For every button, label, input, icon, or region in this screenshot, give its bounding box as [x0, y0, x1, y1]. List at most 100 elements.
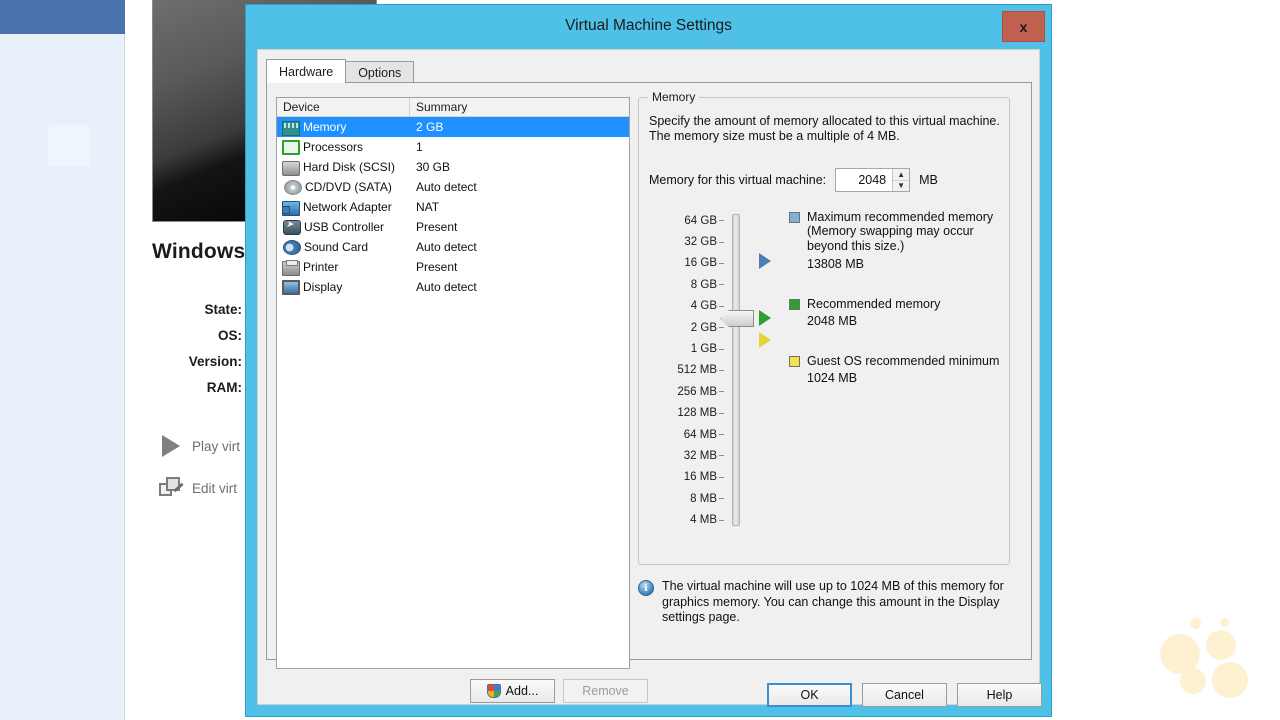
- scale-label: 1 GB: [690, 343, 717, 356]
- device-name: Printer: [303, 260, 339, 274]
- memory-scale-labels: 64 GB 32 GB 16 GB 8 GB 4 GB 2 GB 1 GB 51…: [639, 210, 717, 531]
- scale-label: 256 MB: [677, 385, 717, 398]
- device-summary: Auto detect: [416, 180, 477, 194]
- memory-group-title: Memory: [648, 90, 700, 104]
- memory-field-label: Memory for this virtual machine:: [649, 173, 827, 187]
- scale-label: 64 GB: [684, 214, 717, 227]
- cancel-button[interactable]: Cancel: [862, 683, 947, 707]
- graphics-memory-note: i The virtual machine will use up to 102…: [638, 579, 1010, 626]
- watermark-decoration: [1154, 606, 1264, 706]
- device-summary: Present: [416, 260, 458, 274]
- device-name: USB Controller: [304, 220, 385, 234]
- fact-state-key: State:: [204, 301, 242, 317]
- play-virtual-machine-label: Play virt: [192, 438, 241, 454]
- device-name: CD/DVD (SATA): [305, 180, 392, 194]
- app-sidebar: [0, 34, 125, 720]
- device-list[interactable]: Device Summary Memory 2 GB Processors 1 …: [276, 97, 630, 669]
- legend-swatch-icon: [789, 356, 800, 367]
- device-summary: 30 GB: [416, 160, 451, 174]
- ok-button[interactable]: OK: [767, 683, 852, 707]
- scale-label: 16 GB: [684, 257, 717, 270]
- device-name: Hard Disk (SCSI): [303, 160, 396, 174]
- graphics-memory-note-text: The virtual machine will use up to 1024 …: [662, 579, 1004, 624]
- device-name: Network Adapter: [303, 200, 392, 214]
- legend-title: Recommended memory: [807, 297, 941, 311]
- scale-label: 16 MB: [683, 471, 717, 484]
- memory-group-box: Memory Specify the amount of memory allo…: [638, 90, 1011, 565]
- table-row[interactable]: Processors 1: [277, 137, 629, 157]
- device-summary: 2 GB: [416, 120, 444, 134]
- scale-label: 8 MB: [690, 492, 717, 505]
- memory-description: Specify the amount of memory allocated t…: [649, 114, 1000, 143]
- device-list-header: Device Summary: [277, 98, 629, 117]
- memory-stepper[interactable]: ▲ ▼: [835, 168, 911, 192]
- hard-disk-icon: [282, 161, 300, 176]
- maximum-recommended-marker: [759, 253, 771, 269]
- device-summary: Present: [416, 220, 458, 234]
- memory-unit-label: MB: [919, 173, 938, 187]
- scale-label: 64 MB: [683, 428, 717, 441]
- memory-settings-panel: Memory Specify the amount of memory allo…: [638, 90, 1021, 669]
- device-name: Processors: [303, 140, 364, 154]
- table-row[interactable]: Hard Disk (SCSI) 30 GB: [277, 157, 629, 177]
- sidebar-item-selected[interactable]: [48, 124, 90, 166]
- legend-value: 1024 MB: [807, 371, 858, 385]
- memory-slider-thumb[interactable]: [720, 310, 754, 327]
- memory-input[interactable]: [836, 169, 893, 191]
- scale-label: 8 GB: [690, 278, 717, 291]
- table-row[interactable]: Printer Present: [277, 257, 629, 277]
- fact-os-key: OS:: [217, 327, 242, 343]
- memory-slider-track[interactable]: [732, 214, 740, 526]
- device-name: Sound Card: [304, 240, 369, 254]
- legend-title: Maximum recommended memory: [807, 210, 994, 224]
- edit-virtual-machine-settings-label: Edit virt: [192, 480, 238, 496]
- add-button[interactable]: Add...: [470, 679, 555, 703]
- legend-title: Guest OS recommended minimum: [807, 354, 1000, 368]
- device-name: Display: [303, 280, 343, 294]
- help-button[interactable]: Help: [957, 683, 1042, 707]
- memory-slider-area: 64 GB 32 GB 16 GB 8 GB 4 GB 2 GB 1 GB 51…: [639, 210, 1011, 540]
- fact-ram-key: RAM:: [206, 379, 242, 395]
- legend-swatch-icon: [789, 212, 800, 223]
- table-row[interactable]: CD/DVD (SATA) Auto detect: [277, 177, 629, 197]
- legend-guest-os-minimum: Guest OS recommended minimum 1024 MB: [789, 354, 1011, 385]
- device-name: Memory: [303, 120, 347, 134]
- tab-bar: Hardware Options: [266, 59, 415, 83]
- column-header-summary: Summary: [416, 100, 468, 114]
- tab-options[interactable]: Options: [345, 61, 415, 83]
- table-row[interactable]: Network Adapter NAT: [277, 197, 629, 217]
- remove-button: Remove: [563, 679, 648, 703]
- legend-swatch-icon: [789, 299, 800, 310]
- usb-controller-icon: [283, 219, 301, 235]
- legend-recommended: Recommended memory 2048 MB: [789, 297, 1011, 328]
- virtual-machine-settings-dialog: Virtual Machine Settings x Hardware Opti…: [246, 5, 1051, 716]
- device-summary: NAT: [416, 200, 440, 214]
- display-icon: [282, 280, 300, 295]
- stepper-up-icon[interactable]: ▲: [893, 169, 910, 181]
- dialog-title: Virtual Machine Settings: [565, 17, 732, 34]
- info-icon: i: [638, 580, 654, 596]
- network-adapter-icon: [282, 200, 300, 216]
- add-button-label: Add...: [505, 684, 539, 698]
- printer-icon: [282, 260, 300, 276]
- memory-field-row: Memory for this virtual machine: ▲ ▼ MB: [649, 168, 938, 192]
- guest-os-minimum-marker: [759, 332, 771, 348]
- close-icon[interactable]: x: [1002, 11, 1045, 42]
- stepper-down-icon[interactable]: ▼: [893, 181, 909, 192]
- legend-maximum-recommended: Maximum recommended memory (Memory swapp…: [789, 210, 1011, 271]
- hardware-tab-panel: Device Summary Memory 2 GB Processors 1 …: [266, 82, 1032, 703]
- dialog-body: Hardware Options Device Summary Memory 2…: [257, 49, 1042, 707]
- app-title-bar: [0, 0, 125, 34]
- play-icon: [150, 435, 192, 457]
- scale-label: 128 MB: [677, 407, 717, 420]
- table-row[interactable]: Display Auto detect: [277, 277, 629, 297]
- tab-hardware[interactable]: Hardware: [266, 59, 347, 83]
- table-row[interactable]: Memory 2 GB: [277, 117, 629, 137]
- legend-value: 13808 MB: [807, 257, 864, 271]
- scale-label: 2 GB: [690, 321, 717, 334]
- table-row[interactable]: USB Controller Present: [277, 217, 629, 237]
- table-row[interactable]: Sound Card Auto detect: [277, 237, 629, 257]
- scale-label: 4 MB: [690, 514, 717, 527]
- device-summary: 1: [416, 140, 423, 154]
- memory-icon: [282, 120, 300, 136]
